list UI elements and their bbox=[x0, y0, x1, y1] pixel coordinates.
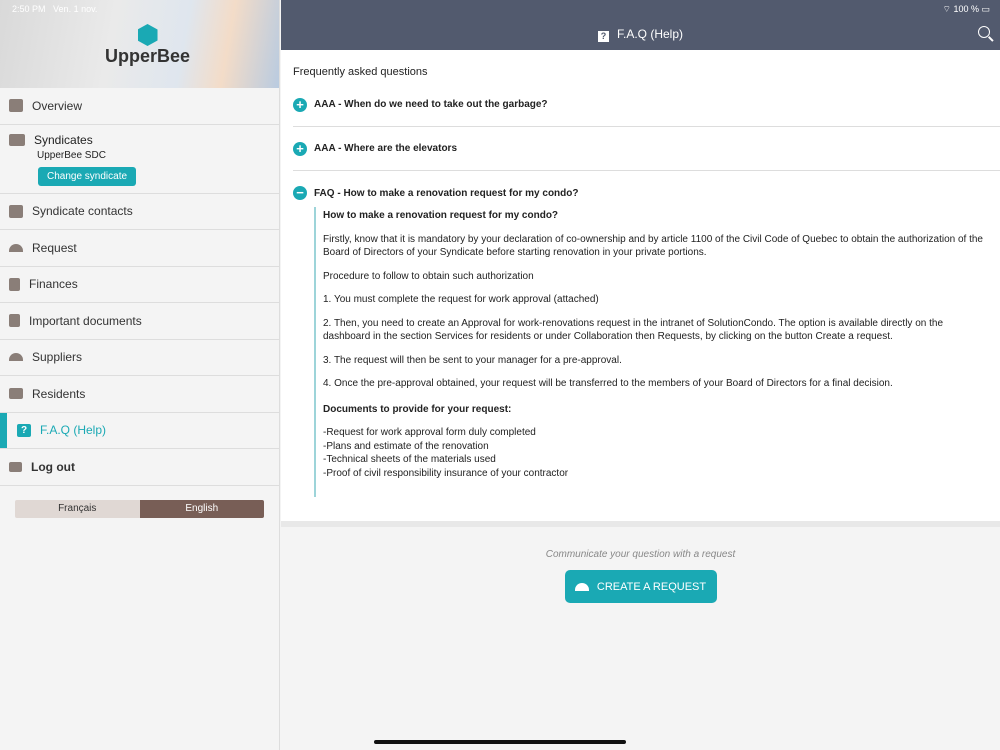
nav-syndicates[interactable]: Syndicates UpperBee SDC Change syndicate bbox=[0, 125, 279, 194]
bell-icon bbox=[9, 243, 23, 252]
label: Finances bbox=[29, 277, 78, 292]
answer-paragraph: 2. Then, you need to create an Approval … bbox=[323, 317, 944, 343]
label: Suppliers bbox=[32, 350, 83, 365]
lang-french[interactable]: Français bbox=[15, 499, 140, 518]
bell-icon bbox=[574, 582, 589, 591]
doc-item: -Plans and estimate of the renovation bbox=[323, 440, 489, 452]
answer-paragraph: 1. You must complete the request for wor… bbox=[323, 294, 599, 305]
label: Residents bbox=[32, 386, 86, 401]
faq-list: Frequently asked questions + AAA - When d… bbox=[281, 50, 1000, 527]
answer-paragraph: 3. The request will then be sent to your… bbox=[323, 354, 622, 366]
logo: UpperBee bbox=[105, 24, 190, 67]
lang-english[interactable]: English bbox=[139, 499, 264, 518]
request-section: Communicate your question with a request… bbox=[281, 527, 1000, 603]
page-title: ? F.A.Q (Help) bbox=[281, 27, 1000, 42]
faq-answer: How to make a renovation request for my … bbox=[314, 207, 1000, 497]
document-icon bbox=[9, 314, 20, 328]
people-icon bbox=[9, 133, 25, 146]
nav-residents[interactable]: Residents bbox=[0, 376, 279, 413]
contact-book-icon bbox=[9, 204, 23, 218]
monitor-icon bbox=[9, 99, 23, 113]
plus-icon: + bbox=[293, 97, 307, 112]
nav-faq[interactable]: ? F.A.Q (Help) bbox=[0, 412, 279, 449]
faq-question[interactable]: + AAA - Where are the elevators bbox=[293, 127, 1000, 171]
nav-syndicate-contacts[interactable]: Syndicate contacts bbox=[0, 194, 279, 230]
label: Request bbox=[32, 240, 77, 255]
label: F.A.Q (Help) bbox=[40, 423, 107, 438]
label: Syndicates bbox=[34, 132, 93, 147]
question-text: AAA - Where are the elevators bbox=[314, 143, 458, 154]
home-indicator[interactable] bbox=[374, 740, 626, 744]
nav-suppliers[interactable]: Suppliers bbox=[0, 340, 279, 376]
doc-item: -Technical sheets of the materials used bbox=[323, 454, 496, 465]
minus-icon: − bbox=[293, 186, 307, 200]
question-text: AAA - When do we need to take out the ga… bbox=[314, 99, 548, 110]
create-request-button[interactable]: CREATE A REQUEST bbox=[564, 570, 717, 603]
header-image: 2:50 PM Ven. 1 nov. UpperBee bbox=[0, 0, 279, 88]
status-time: 2:50 PM Ven. 1 nov. bbox=[12, 4, 98, 14]
change-syndicate-button[interactable]: Change syndicate bbox=[38, 166, 137, 186]
top-bar: ⌔ 100 % ▭ ? F.A.Q (Help) bbox=[281, 0, 1000, 50]
logout-icon bbox=[9, 461, 22, 472]
nav-finances[interactable]: Finances bbox=[0, 267, 279, 303]
syndicate-name: UpperBee SDC bbox=[37, 149, 106, 161]
label: Log out bbox=[31, 459, 75, 474]
id-card-icon bbox=[9, 388, 23, 400]
question-icon: ? bbox=[597, 31, 609, 42]
label: Syndicate contacts bbox=[32, 204, 133, 219]
plus-icon: + bbox=[293, 141, 307, 156]
question-icon: ? bbox=[17, 423, 31, 437]
request-prompt: Communicate your question with a request bbox=[545, 549, 736, 560]
language-toggle: Français English bbox=[15, 499, 264, 518]
faq-title: Frequently asked questions bbox=[293, 66, 428, 78]
sidebar: 2:50 PM Ven. 1 nov. UpperBee Overview Sy… bbox=[0, 0, 280, 750]
docs-heading: Documents to provide for your request: bbox=[323, 403, 512, 415]
invoice-icon bbox=[9, 277, 20, 291]
nav-important-documents[interactable]: Important documents bbox=[0, 303, 279, 340]
bell-icon bbox=[9, 353, 23, 362]
label: Important documents bbox=[29, 313, 142, 328]
question-text: FAQ - How to make a renovation request f… bbox=[314, 187, 579, 199]
nav-overview[interactable]: Overview bbox=[0, 88, 279, 125]
main: ⌔ 100 % ▭ ? F.A.Q (Help) Frequently asked… bbox=[281, 0, 1000, 750]
faq-question[interactable]: + AAA - When do we need to take out the g… bbox=[293, 83, 1000, 127]
nav-logout[interactable]: Log out bbox=[0, 449, 279, 486]
answer-paragraph: 4. Once the pre-approval obtained, your … bbox=[323, 378, 893, 389]
doc-item: -Request for work approval form duly com… bbox=[323, 427, 536, 438]
button-label: CREATE A REQUEST bbox=[596, 580, 707, 593]
answer-paragraph: Firstly, know that it is mandatory by yo… bbox=[323, 233, 983, 259]
answer-heading: How to make a renovation request for my … bbox=[323, 210, 559, 221]
nav-request[interactable]: Request bbox=[0, 230, 279, 267]
search-icon[interactable] bbox=[978, 26, 990, 38]
doc-item: -Proof of civil responsibility insurance… bbox=[323, 467, 569, 479]
label: Overview bbox=[32, 98, 83, 113]
answer-paragraph: Procedure to follow to obtain such autho… bbox=[323, 270, 534, 282]
status-battery: ⌔ 100 % ▭ bbox=[942, 4, 990, 14]
